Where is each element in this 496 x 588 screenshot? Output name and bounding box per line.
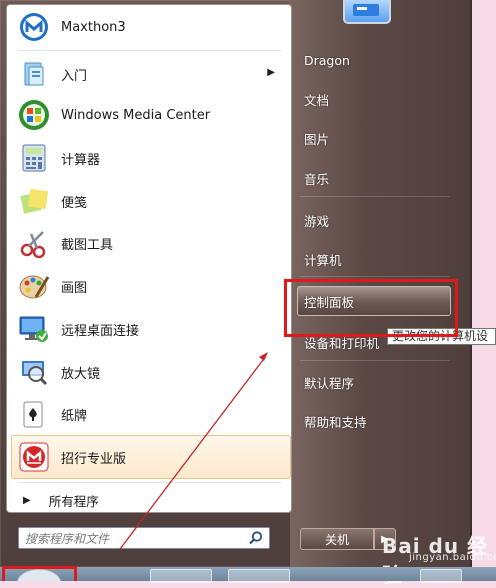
annotation-arrow [119, 352, 268, 550]
